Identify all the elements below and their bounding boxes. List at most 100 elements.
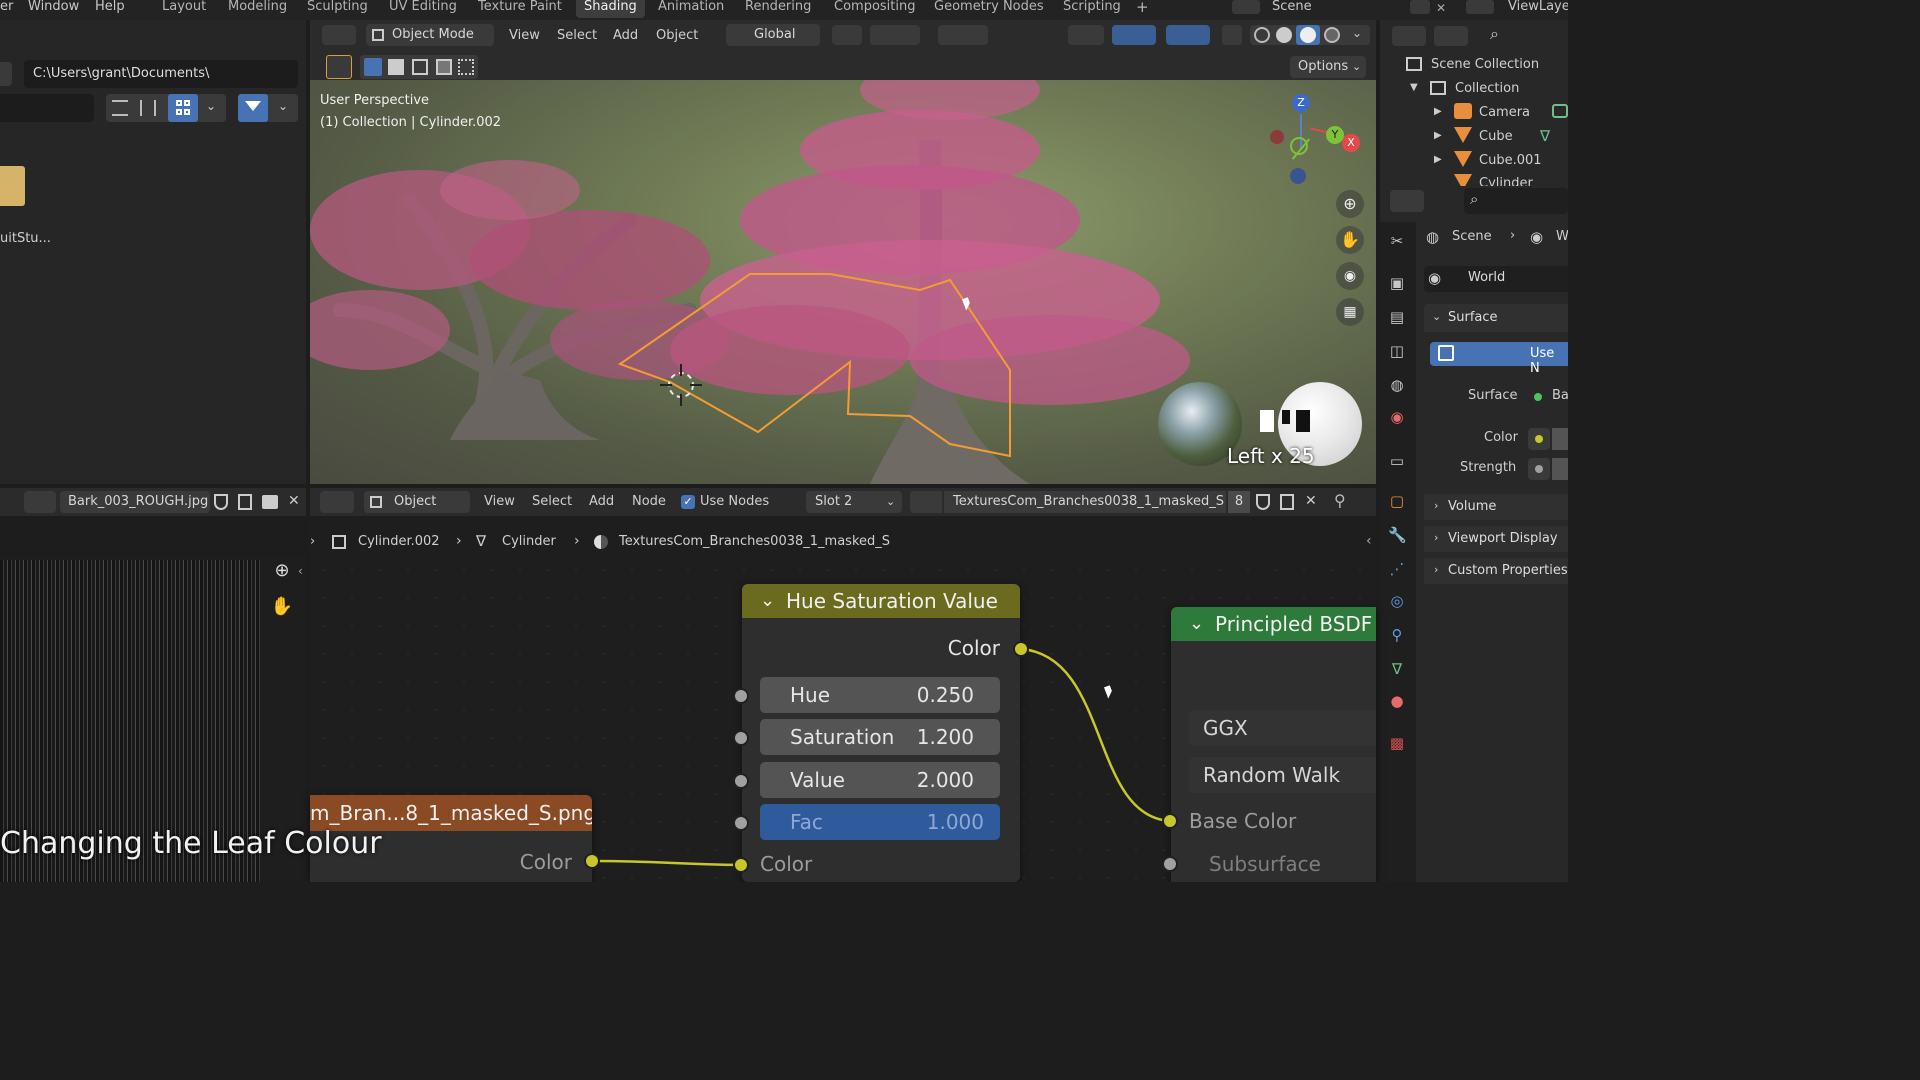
outliner-scene-collection[interactable]: Scene Collection <box>1431 57 1539 72</box>
folder-icon[interactable] <box>0 166 25 206</box>
base-color-input-socket[interactable] <box>1162 813 1178 829</box>
hsv-color-input-socket[interactable] <box>733 857 749 873</box>
menu-view[interactable]: View <box>484 494 515 509</box>
gizmo-neg-z[interactable] <box>1290 168 1306 184</box>
new-scene-icon[interactable] <box>1410 0 1430 14</box>
extend-selection-icon[interactable] <box>388 59 404 75</box>
tab-animation[interactable]: Animation <box>658 0 724 14</box>
zoom-icon[interactable]: ⊕ <box>268 560 296 588</box>
image-color-output-socket[interactable] <box>584 853 600 869</box>
volume-panel-header[interactable]: › Volume <box>1424 494 1568 520</box>
menu-select[interactable]: Select <box>532 494 572 509</box>
editor-type-icon[interactable] <box>322 25 356 45</box>
outliner-item-cube-001[interactable]: Cube.001 <box>1479 153 1542 168</box>
close-icon[interactable]: ✕ <box>1436 1 1446 15</box>
menu-select[interactable]: Select <box>557 28 597 43</box>
chevron-down-icon[interactable]: ⌄ <box>1352 26 1362 40</box>
pin-icon[interactable]: ⚲ <box>1334 491 1346 510</box>
subsurface-method-dropdown[interactable]: Random Walk <box>1189 757 1376 793</box>
hsv-node-header[interactable]: ⌄ Hue Saturation Value <box>742 584 1020 618</box>
zoom-icon[interactable]: ⊕ <box>1336 190 1364 218</box>
collection-tab-icon[interactable]: ▭ <box>1388 452 1406 470</box>
set-new-selection-icon[interactable] <box>364 58 382 76</box>
tab-texture-paint[interactable]: Texture Paint <box>478 0 562 14</box>
tab-sculpting[interactable]: Sculpting <box>307 0 368 14</box>
value-input-socket[interactable] <box>733 773 749 789</box>
gizmo-x-axis[interactable]: X <box>1342 134 1360 152</box>
material-slot-dropdown[interactable]: Slot 2 ⌄ <box>806 491 902 513</box>
file-filter-input[interactable] <box>0 94 94 122</box>
surface-panel-header[interactable]: ⌄ Surface <box>1424 304 1568 332</box>
data-tab-icon[interactable]: ∇ <box>1388 660 1406 678</box>
snap-icon[interactable] <box>870 25 920 45</box>
custom-properties-panel-header[interactable]: › Custom Properties <box>1424 558 1568 584</box>
parent-folder-button[interactable] <box>0 62 12 86</box>
principled-bsdf-node[interactable]: ⌄ Principled BSDF GGX Random Walk Base C… <box>1171 607 1376 882</box>
menu-help[interactable]: Help <box>95 0 125 14</box>
editor-type-icon[interactable] <box>1392 26 1426 46</box>
render-tab-icon[interactable]: ▣ <box>1388 274 1406 292</box>
material-tab-icon[interactable]: ● <box>1388 692 1406 710</box>
material-browse-icon[interactable] <box>910 491 942 513</box>
distribution-dropdown[interactable]: GGX <box>1189 710 1376 746</box>
gizmo-neg-y[interactable] <box>1290 137 1308 155</box>
use-nodes-button[interactable]: Use N <box>1430 342 1568 376</box>
object-tab-icon[interactable]: ▢ <box>1388 492 1406 510</box>
menu-add[interactable]: Add <box>589 494 614 509</box>
camera-view-icon[interactable]: ◉ <box>1336 262 1364 290</box>
3d-viewport[interactable]: User Perspective (1) Collection | Cylind… <box>310 80 1376 484</box>
menu-window[interactable]: Window <box>28 0 79 14</box>
menu-file-partial[interactable]: er <box>0 0 13 14</box>
collapse-chevron-icon[interactable]: ⌄ <box>1189 607 1204 641</box>
xray-icon[interactable] <box>1222 25 1242 45</box>
expand-arrow-icon[interactable]: ▶ <box>1434 154 1442 165</box>
display-mode-icon[interactable] <box>1434 26 1468 46</box>
chevron-left-icon[interactable]: ‹ <box>1366 533 1372 549</box>
outliner-item-cube[interactable]: Cube <box>1479 129 1513 144</box>
add-workspace-button[interactable]: + <box>1136 0 1149 15</box>
filter-icon[interactable] <box>238 94 268 122</box>
invert-selection-icon[interactable] <box>436 59 452 75</box>
object-mode-dropdown[interactable]: Object Mode <box>366 24 494 46</box>
material-user-count[interactable]: 8 <box>1228 491 1250 513</box>
pan-hand-icon[interactable]: ✋ <box>268 596 296 624</box>
world-tab-icon[interactable]: ◉ <box>1388 408 1406 426</box>
duplicate-material-icon[interactable] <box>1280 494 1294 510</box>
menu-add[interactable]: Add <box>613 28 638 43</box>
view-layer-name[interactable]: ViewLaye <box>1508 0 1568 14</box>
expand-arrow-icon[interactable]: ▶ <box>1434 106 1442 117</box>
tab-rendering[interactable]: Rendering <box>745 0 811 14</box>
search-icon[interactable]: ⌕ <box>1490 24 1499 44</box>
hsv-color-output-socket[interactable] <box>1013 641 1029 657</box>
scene-selector-icon[interactable] <box>1232 0 1260 14</box>
options-dropdown[interactable]: Options ⌄ <box>1290 56 1366 78</box>
pan-hand-icon[interactable]: ✋ <box>1336 226 1364 254</box>
editor-type-icon[interactable] <box>320 491 354 513</box>
use-nodes-checkbox[interactable]: ✓ <box>681 495 695 509</box>
color-socket-button[interactable] <box>1528 428 1550 450</box>
overlay-toggle-icon[interactable] <box>1166 25 1210 45</box>
outliner-collection[interactable]: Collection <box>1455 81 1519 96</box>
fake-user-shield-icon[interactable] <box>1256 494 1270 510</box>
chevron-down-icon[interactable]: ⌄ <box>206 99 216 113</box>
solid-shading-icon[interactable] <box>1276 27 1292 43</box>
intersect-selection-icon[interactable] <box>458 59 474 75</box>
viewport-display-panel-header[interactable]: › Viewport Display <box>1424 526 1568 552</box>
rendered-shading-icon[interactable] <box>1324 27 1340 43</box>
hue-saturation-value-node[interactable]: ⌄ Hue Saturation Value Color Hue 0.250 S… <box>742 584 1020 882</box>
open-folder-icon[interactable] <box>262 495 278 509</box>
hue-input-socket[interactable] <box>733 688 749 704</box>
close-icon[interactable]: ✕ <box>288 493 300 509</box>
value-field[interactable]: Value 2.000 <box>760 762 1000 798</box>
folder-label[interactable]: uitStu... <box>0 231 51 246</box>
tab-layout[interactable]: Layout <box>162 0 206 14</box>
list-view-icon[interactable] <box>112 100 128 116</box>
menu-node[interactable]: Node <box>632 494 666 509</box>
bsdf-node-header[interactable]: ⌄ Principled BSDF <box>1171 607 1376 641</box>
scene-name[interactable]: Scene <box>1272 0 1312 14</box>
gizmo-neg-x[interactable] <box>1270 130 1284 144</box>
output-tab-icon[interactable]: ▤ <box>1388 308 1406 326</box>
fac-input-socket[interactable] <box>733 815 749 831</box>
tab-uv-editing[interactable]: UV Editing <box>389 0 457 14</box>
outliner-item-cylinder[interactable]: Cylinder <box>1479 176 1533 186</box>
